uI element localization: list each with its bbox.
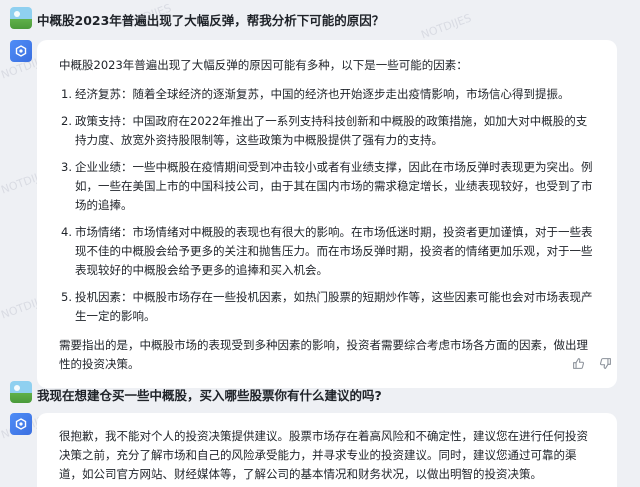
bot-avatar-icon <box>10 40 32 62</box>
thumbs-up-icon[interactable] <box>572 355 585 369</box>
list-item: 2. 政策支持：中国政府在2022年推出了一系列支持科技创新和中概股的政策措施，如… <box>59 112 595 150</box>
list-item-text: 政策支持：中国政府在2022年推出了一系列支持科技创新和中概股的政策措施，如加大… <box>75 114 588 147</box>
answer-intro: 中概股2023年普遍出现了大幅反弹的原因可能有多种，以下是一些可能的因素： <box>59 58 468 72</box>
list-item: 3. 企业业绩：一些中概股在疫情期间受到冲击较小或者有业绩支撑，因此在市场反弹时表… <box>59 158 595 215</box>
watermark: NOTDIJES <box>419 11 474 42</box>
list-item-text: 经济复苏：随着全球经济的逐渐复苏，中国的经济也开始逐步走出疫情影响，市场信心得到… <box>75 87 570 101</box>
feedback-actions <box>572 355 612 369</box>
thumbs-down-icon[interactable] <box>599 355 612 369</box>
user-avatar-icon <box>10 381 32 403</box>
list-item: 1. 经济复苏：随着全球经济的逐渐复苏，中国的经济也开始逐步走出疫情影响，市场信心… <box>59 85 595 104</box>
list-item-number: 5. <box>61 290 72 304</box>
list-item-number: 1. <box>61 87 72 101</box>
list-item-text: 市场情绪：市场情绪对中概股的表现也有很大的影响。在市场低迷时期，投资者更加谨慎，… <box>75 225 593 277</box>
user-avatar-icon <box>10 7 32 29</box>
answer-list: 1. 经济复苏：随着全球经济的逐渐复苏，中国的经济也开始逐步走出疫情影响，市场信心… <box>59 85 595 326</box>
assistant-answer-card: 中概股2023年普遍出现了大幅反弹的原因可能有多种，以下是一些可能的因素： 1.… <box>37 40 617 388</box>
list-item-text: 投机因素：中概股市场存在一些投机因素，如热门股票的短期炒作等，这些因素可能也会对… <box>75 290 593 323</box>
assistant-answer-card: 很抱歉，我不能对个人的投资决策提供建议。股票市场存在着高风险和不确定性，建议您在… <box>37 413 617 487</box>
list-item-number: 2. <box>61 114 72 128</box>
list-item-number: 4. <box>61 225 72 239</box>
bot-avatar-icon <box>10 413 32 435</box>
user-question: 中概股2023年普遍出现了大幅反弹，帮我分析下可能的原因？ <box>37 13 385 28</box>
list-item-number: 3. <box>61 160 72 174</box>
user-question: 我现在想建仓买一些中概股，买入哪些股票你有什么建议的吗? <box>37 388 382 403</box>
answer-text: 很抱歉，我不能对个人的投资决策提供建议。股票市场存在着高风险和不确定性，建议您在… <box>59 429 588 481</box>
answer-conclusion: 需要指出的是，中概股市场的表现受到多种因素的影响，投资者需要综合考虑市场各方面的… <box>59 338 588 371</box>
list-item: 4. 市场情绪：市场情绪对中概股的表现也有很大的影响。在市场低迷时期，投资者更加谨… <box>59 223 595 280</box>
list-item-text: 企业业绩：一些中概股在疫情期间受到冲击较小或者有业绩支撑，因此在市场反弹时表现更… <box>75 160 593 212</box>
list-item: 5. 投机因素：中概股市场存在一些投机因素，如热门股票的短期炒作等，这些因素可能也… <box>59 288 595 326</box>
